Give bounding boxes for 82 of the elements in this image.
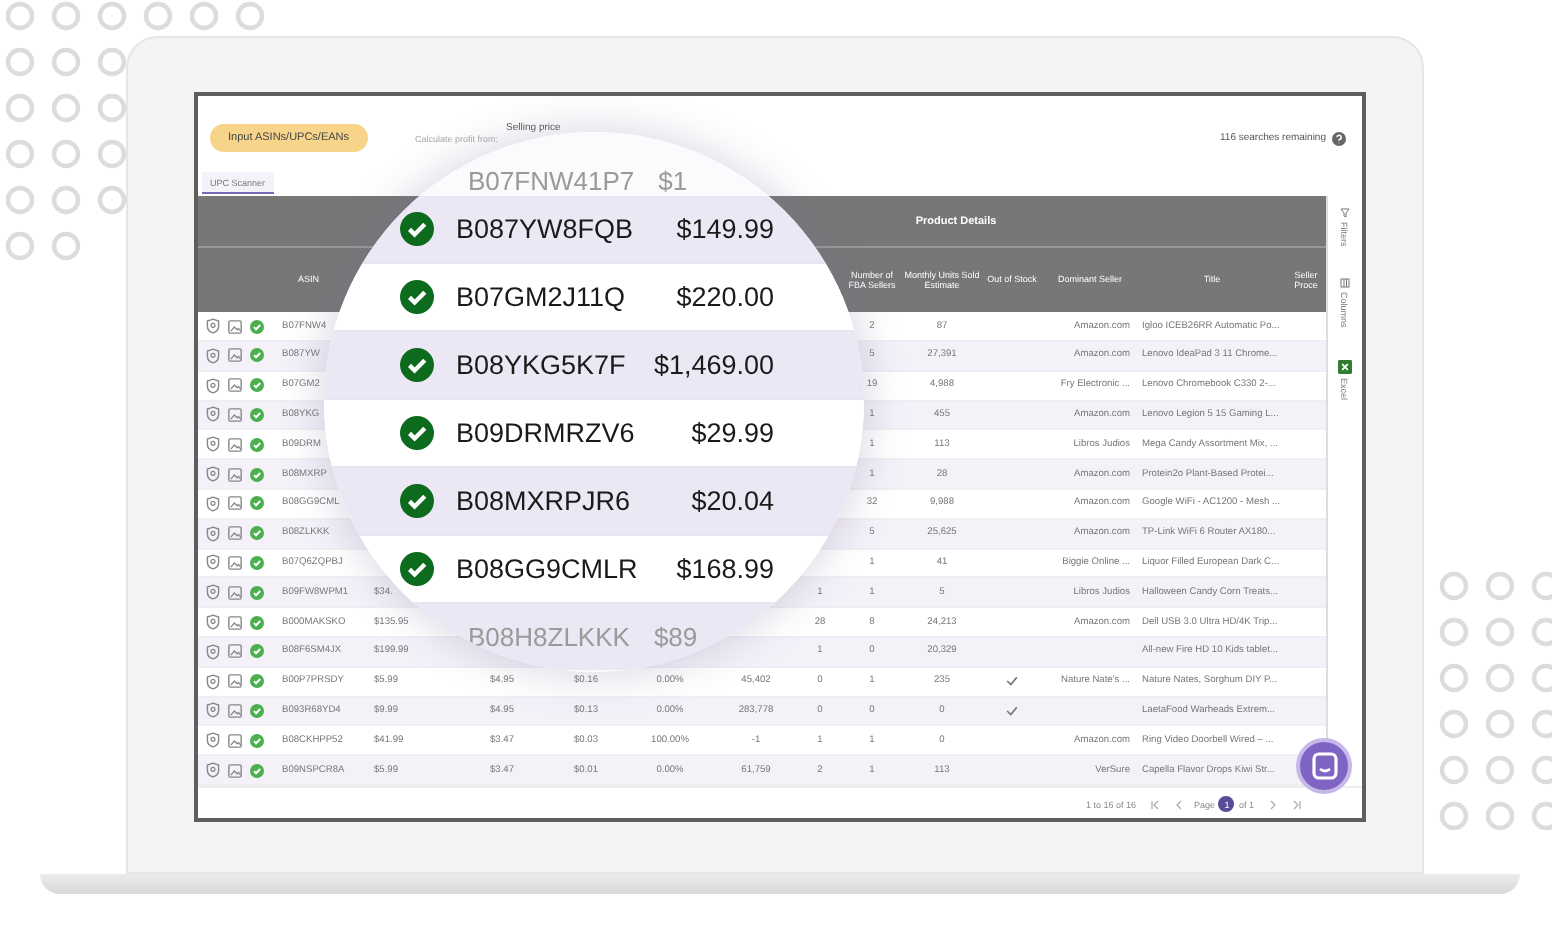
image-icon[interactable] bbox=[228, 615, 242, 630]
magnified-asin: B087YW8FQB bbox=[456, 214, 636, 244]
magnified-asin: B08MXRPJR6 bbox=[456, 486, 633, 516]
next-page-icon[interactable] bbox=[1268, 799, 1278, 810]
image-icon[interactable] bbox=[228, 378, 242, 393]
check-circle-icon bbox=[400, 348, 434, 382]
check-circle-icon bbox=[250, 467, 264, 482]
shield-icon[interactable] bbox=[206, 584, 220, 601]
check-circle-icon bbox=[250, 615, 264, 630]
image-icon[interactable] bbox=[228, 348, 242, 363]
previous-page-icon[interactable] bbox=[1173, 799, 1184, 810]
chat-icon bbox=[1311, 752, 1337, 780]
shield-icon[interactable] bbox=[206, 318, 220, 335]
check-circle-icon bbox=[400, 552, 434, 586]
shield-icon[interactable] bbox=[206, 436, 220, 453]
image-icon[interactable] bbox=[228, 674, 242, 689]
checkmark-icon bbox=[1006, 705, 1018, 716]
last-page-icon[interactable] bbox=[1292, 799, 1302, 810]
check-circle-icon bbox=[400, 416, 434, 450]
image-icon[interactable] bbox=[228, 467, 242, 482]
filter-icon[interactable] bbox=[1339, 208, 1349, 219]
check-circle-icon bbox=[400, 280, 434, 314]
shield-icon[interactable] bbox=[206, 495, 220, 512]
magnified-price: $1,469.00 bbox=[653, 350, 774, 380]
magnified-asin: B08YKG5K7F bbox=[456, 350, 628, 380]
check-circle-icon bbox=[250, 555, 264, 570]
shield-icon[interactable] bbox=[206, 643, 220, 660]
image-icon[interactable] bbox=[228, 644, 242, 659]
magnified-asin: B07GM2J11Q bbox=[456, 282, 628, 312]
shield-icon[interactable] bbox=[206, 525, 220, 542]
image-icon[interactable] bbox=[228, 437, 242, 452]
check-circle-icon bbox=[250, 674, 264, 689]
magnified-price: $29.99 bbox=[691, 418, 774, 448]
check-circle-icon bbox=[400, 484, 434, 518]
checkmark-icon bbox=[1006, 676, 1018, 687]
check-circle-icon bbox=[250, 763, 264, 778]
image-icon[interactable] bbox=[228, 733, 242, 748]
image-icon[interactable] bbox=[228, 526, 242, 541]
shield-icon[interactable] bbox=[206, 762, 220, 779]
help-icon[interactable] bbox=[1332, 131, 1346, 146]
magnified-price: $20.04 bbox=[691, 486, 774, 516]
magnified-asin: B09DRMRZV6 bbox=[456, 418, 637, 448]
image-icon[interactable] bbox=[228, 555, 242, 570]
shield-icon[interactable] bbox=[206, 673, 220, 690]
check-circle-icon bbox=[250, 496, 264, 511]
image-icon[interactable] bbox=[228, 319, 242, 334]
check-circle-icon bbox=[250, 407, 264, 422]
check-circle-icon bbox=[400, 212, 434, 246]
image-icon[interactable] bbox=[228, 703, 242, 718]
columns-icon[interactable] bbox=[1339, 278, 1349, 289]
shield-icon[interactable] bbox=[206, 554, 220, 571]
check-circle-icon bbox=[250, 378, 264, 393]
magnified-asin: B08GG9CMLR bbox=[456, 554, 640, 584]
shield-icon[interactable] bbox=[206, 732, 220, 749]
first-page-icon[interactable] bbox=[1149, 799, 1160, 810]
check-circle-icon bbox=[250, 526, 264, 541]
shield-icon[interactable] bbox=[206, 347, 220, 364]
image-icon[interactable] bbox=[228, 763, 242, 778]
magnified-price: $89 bbox=[653, 622, 698, 652]
magnified-price: $149.99 bbox=[676, 214, 774, 244]
check-circle-icon bbox=[250, 733, 264, 748]
image-icon[interactable] bbox=[228, 496, 242, 511]
shield-icon[interactable] bbox=[206, 702, 220, 719]
shield-icon[interactable] bbox=[206, 614, 220, 631]
image-icon[interactable] bbox=[228, 407, 242, 422]
check-circle-icon bbox=[250, 585, 264, 600]
spreadsheet-icon[interactable] bbox=[1337, 360, 1351, 375]
magnified-price: $168.99 bbox=[676, 554, 774, 584]
check-circle-icon bbox=[250, 319, 264, 334]
check-circle-icon bbox=[250, 348, 264, 363]
chat-button[interactable] bbox=[1296, 738, 1352, 794]
shield-icon[interactable] bbox=[206, 377, 220, 394]
check-circle-icon bbox=[250, 644, 264, 659]
magnified-price: $220.00 bbox=[676, 282, 774, 312]
magnified-asin: B07FNW41P7 bbox=[468, 166, 635, 196]
image-icon[interactable] bbox=[228, 585, 242, 600]
magnified-asin: B08H8ZLKKK bbox=[468, 622, 630, 652]
check-circle-icon bbox=[250, 703, 264, 718]
shield-icon[interactable] bbox=[206, 406, 220, 423]
shield-icon[interactable] bbox=[206, 466, 220, 483]
check-circle-icon bbox=[250, 437, 264, 452]
magnified-price: $1 bbox=[658, 166, 688, 196]
